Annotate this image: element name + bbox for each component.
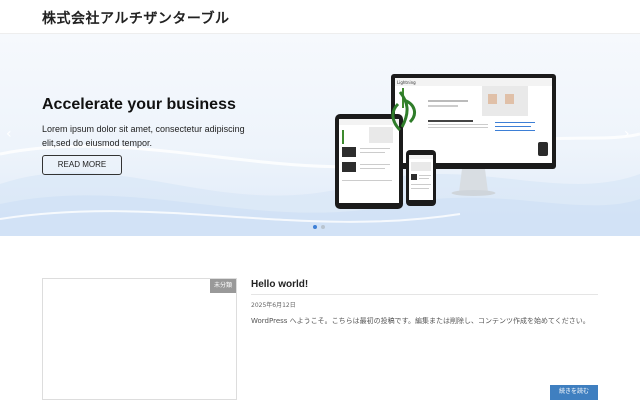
hero-subtext: Lorem ipsum dolor sit amet, consectetur … xyxy=(42,124,245,148)
slider-next-arrow[interactable]: › xyxy=(624,126,630,142)
post-thumbnail[interactable]: 未分類 xyxy=(42,278,237,400)
continue-reading-button[interactable]: 続きを読む xyxy=(550,385,598,400)
responsive-devices-illustration: Lightning xyxy=(335,74,556,209)
slider-dot-2[interactable] xyxy=(321,225,325,229)
post-title[interactable]: Hello world! xyxy=(251,279,308,290)
post-date: 2025年6月12日 xyxy=(251,302,296,309)
post-divider xyxy=(251,294,598,295)
desktop-brand-text: Lightning xyxy=(397,80,416,85)
slider-prev-arrow[interactable]: ‹ xyxy=(6,126,12,142)
category-badge[interactable]: 未分類 xyxy=(210,279,236,293)
post-excerpt: WordPress へようこそ。こちらは最初の投稿です。編集または削除し、コンテ… xyxy=(251,317,590,325)
slider-dots xyxy=(313,225,325,229)
site-header: 株式会社アルチザンターブル xyxy=(0,0,640,34)
slider-dot-1[interactable] xyxy=(313,225,317,229)
hero-heading: Accelerate your business xyxy=(42,96,236,113)
read-more-button[interactable]: READ MORE xyxy=(42,155,122,175)
hero-slider: ‹ › Accelerate your business Lorem ipsum… xyxy=(0,34,640,236)
site-title[interactable]: 株式会社アルチザンターブル xyxy=(42,8,230,28)
